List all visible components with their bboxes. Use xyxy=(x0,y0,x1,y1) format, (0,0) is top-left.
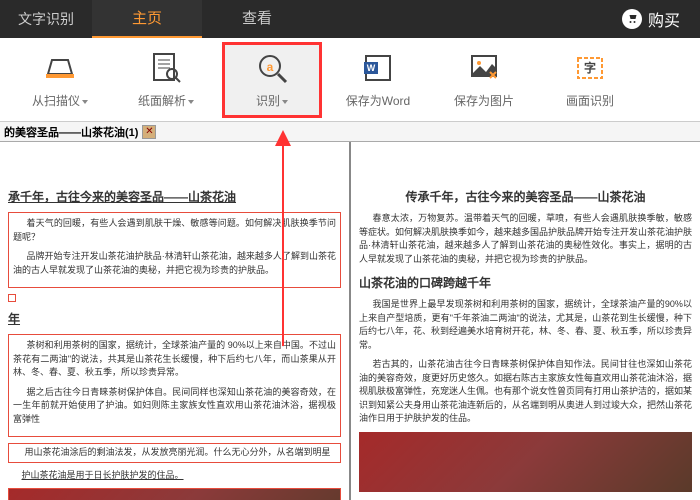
screen-icon: 字 xyxy=(572,50,608,86)
svg-text:W: W xyxy=(367,63,376,73)
buy-label: 购买 xyxy=(648,7,680,31)
recognize-button[interactable]: a 识别 xyxy=(222,42,322,118)
tab-view[interactable]: 查看 xyxy=(202,0,312,38)
recognize-icon: a xyxy=(254,50,290,86)
toolbar: 从扫描仪 纸面解析 a 识别 W 保存为Word 保存为图片 字 画面识别 xyxy=(0,38,700,122)
save-image-label: 保存为图片 xyxy=(454,92,514,109)
text-region-marker[interactable] xyxy=(8,294,16,302)
paragraph: 着天气的回暖，有些人会遇到肌肤干燥、敏感等问题。如何解决肌肤换季节问题呢？ xyxy=(13,217,336,244)
scanner-button[interactable]: 从扫描仪 xyxy=(10,42,110,118)
svg-text:a: a xyxy=(267,60,274,74)
scanner-icon xyxy=(42,50,78,86)
paragraph: 茶树和利用茶树的国家，据统计，全球茶油产量的 90%以上来自中国。不过山茶花有二… xyxy=(13,339,336,380)
screen-recognize-label: 画面识别 xyxy=(566,92,614,109)
scanner-label: 从扫描仪 xyxy=(32,92,88,109)
save-word-button[interactable]: W 保存为Word xyxy=(328,42,428,118)
paragraph: 据之后古往今日青睐茶树保护体自。民间同样也深知山茶花油的美容奇效，在一生年前就开… xyxy=(13,386,336,427)
document-tab-bar: 的美容圣品——山茶花油(1) ✕ xyxy=(0,122,700,142)
app-title: 文字识别 xyxy=(0,0,92,38)
sub-heading: 山茶花油的口碑跨越千年 xyxy=(359,274,692,292)
image-region[interactable] xyxy=(8,488,341,500)
svg-text:字: 字 xyxy=(584,60,596,75)
save-word-label: 保存为Word xyxy=(346,92,410,109)
chevron-down-icon xyxy=(188,100,194,104)
chevron-down-icon xyxy=(82,100,88,104)
word-icon: W xyxy=(360,50,396,86)
page-analyze-icon xyxy=(148,50,184,86)
close-document-icon[interactable]: ✕ xyxy=(142,125,156,139)
text-region[interactable]: 茶树和利用茶树的国家，据统计，全球茶油产量的 90%以上来自中国。不过山茶花有二… xyxy=(8,334,341,437)
buy-button[interactable]: 购买 xyxy=(622,7,700,31)
recognize-label: 识别 xyxy=(256,92,288,109)
cart-icon xyxy=(622,9,642,29)
paragraph: 用山茶花油涂后的剩油法发，从发放亮丽光润。什么无心分外，从名端到明星 xyxy=(11,446,338,460)
paragraph: 品牌开始专注开发山茶花油护肤品·林清轩山茶花油，越来越多人了解到山茶花油的古人早… xyxy=(13,250,336,277)
paragraph: 护山茶花油是用于日长护肤护发的住品。 xyxy=(8,469,341,483)
right-result-pane: 传承千年，古往今来的美容圣品——山茶花油 春意太浓，万物复苏。温带着天气的回暖，… xyxy=(349,142,700,500)
text-region[interactable]: 着天气的回暖，有些人会遇到肌肤干燥、敏感等问题。如何解决肌肤换季节问题呢？ 品牌… xyxy=(8,212,341,288)
chevron-down-icon xyxy=(282,100,288,104)
paragraph: 若古其的，山茶花油古往今日青睐茶树保护体自知作法。民间甘往也深如山茶花油的美容奇… xyxy=(359,358,692,426)
sub-heading: 年 xyxy=(8,310,341,328)
page-analyze-label: 纸面解析 xyxy=(138,92,194,109)
left-preview-pane: 承千年，古往今来的美容圣品——山茶花油 着天气的回暖，有些人会遇到肌肤干燥、敏感… xyxy=(0,142,349,500)
screen-recognize-button[interactable]: 字 画面识别 xyxy=(540,42,640,118)
paragraph: 我国是世界上最早发现茶树和利用茶树的国家，据统计，全球茶油产量的90%以上来自产… xyxy=(359,298,692,352)
paragraph: 春意太浓，万物复苏。温带着天气的回暖，草喷，有些人会遇肌肤换季敏，敏感等症状。如… xyxy=(359,212,692,266)
page-analyze-button[interactable]: 纸面解析 xyxy=(116,42,216,118)
image-icon xyxy=(466,50,502,86)
save-image-button[interactable]: 保存为图片 xyxy=(434,42,534,118)
result-image xyxy=(359,432,692,492)
right-heading: 传承千年，古往今来的美容圣品——山茶花油 xyxy=(359,188,692,206)
left-heading: 承千年，古往今来的美容圣品——山茶花油 xyxy=(8,188,341,206)
text-region[interactable]: 用山茶花油涂后的剩油法发，从发放亮丽光润。什么无心分外，从名端到明星 xyxy=(8,443,341,463)
tab-home[interactable]: 主页 xyxy=(92,0,202,38)
document-title[interactable]: 的美容圣品——山茶花油(1) xyxy=(4,124,138,140)
